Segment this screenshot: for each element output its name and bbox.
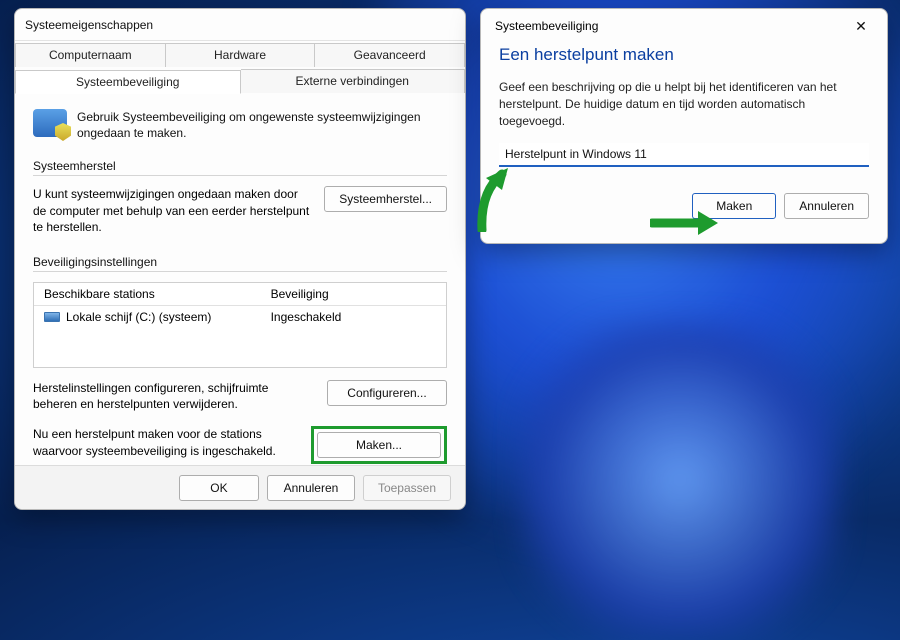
cancel-button[interactable]: Annuleren — [267, 475, 355, 501]
configure-button[interactable]: Configureren... — [327, 380, 447, 406]
table-header-beveiliging: Beveiliging — [261, 283, 446, 305]
close-button[interactable]: ✕ — [841, 12, 881, 40]
drives-table: Beschikbare stations Beveiliging Lokale … — [33, 282, 447, 368]
create-description: Nu een herstelpunt maken voor de station… — [33, 426, 297, 458]
close-icon: ✕ — [855, 18, 867, 35]
table-header-stations: Beschikbare stations — [34, 283, 261, 305]
drive-icon — [44, 312, 60, 322]
tab-content: Gebruik Systeembeveiliging om ongewenste… — [15, 93, 465, 464]
dialog-button-bar: OK Annuleren Toepassen — [15, 465, 465, 509]
tab-hardware[interactable]: Hardware — [166, 43, 316, 67]
restore-description: U kunt systeemwijzigingen ongedaan maken… — [33, 186, 310, 235]
drive-status: Ingeschakeld — [261, 306, 446, 328]
section-systeemherstel-title: Systeemherstel — [33, 159, 447, 173]
highlight-maken: Maken... — [311, 426, 447, 464]
tab-geavanceerd[interactable]: Geavanceerd — [315, 43, 465, 67]
apply-button[interactable]: Toepassen — [363, 475, 451, 501]
window-title: Systeemeigenschappen — [25, 18, 153, 32]
create-restore-point-window: Systeembeveiliging ✕ Een herstelpunt mak… — [480, 8, 888, 244]
window-title: Systeembeveiliging — [495, 19, 598, 33]
tab-systeembeveiliging[interactable]: Systeembeveiliging — [15, 70, 241, 94]
create-button[interactable]: Maken... — [317, 432, 441, 458]
titlebar: Systeemeigenschappen — [15, 9, 465, 41]
restore-point-name-input[interactable] — [499, 143, 869, 167]
drive-name: Lokale schijf (C:) (systeem) — [66, 310, 211, 324]
system-restore-button[interactable]: Systeemherstel... — [324, 186, 447, 212]
table-row[interactable]: Lokale schijf (C:) (systeem) Ingeschakel… — [34, 306, 446, 328]
tabs-bottom: Systeembeveiliging Externe verbindingen — [15, 69, 465, 93]
dialog-description: Geef een beschrijving op die u helpt bij… — [499, 79, 869, 129]
tab-externe-verbindingen[interactable]: Externe verbindingen — [241, 69, 466, 93]
cancel-button[interactable]: Annuleren — [784, 193, 869, 219]
intro-text: Gebruik Systeembeveiliging om ongewenste… — [77, 109, 447, 141]
section-settings-title: Beveiligingsinstellingen — [33, 255, 447, 269]
configure-description: Herstelinstellingen configureren, schijf… — [33, 380, 313, 412]
ok-button[interactable]: OK — [179, 475, 259, 501]
tab-computernaam[interactable]: Computernaam — [15, 43, 166, 67]
titlebar: Systeembeveiliging ✕ — [481, 9, 887, 43]
system-properties-window: Systeemeigenschappen Computernaam Hardwa… — [14, 8, 466, 510]
dialog-heading: Een herstelpunt maken — [499, 45, 869, 65]
divider — [33, 175, 447, 176]
make-button[interactable]: Maken — [692, 193, 776, 219]
tabs-top: Computernaam Hardware Geavanceerd — [15, 43, 465, 67]
divider — [33, 271, 447, 272]
shield-icon — [33, 109, 67, 137]
